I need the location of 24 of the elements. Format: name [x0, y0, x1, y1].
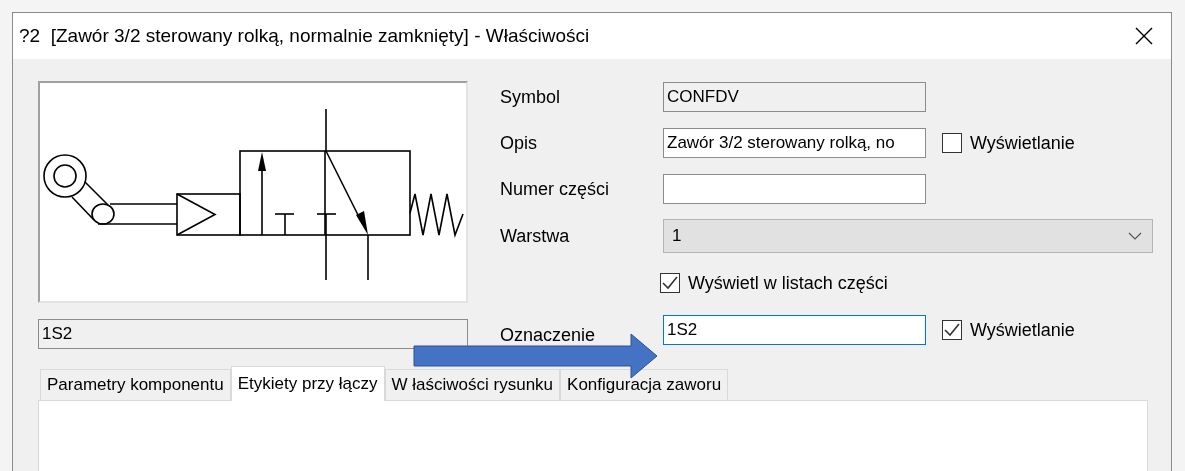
checkbox-label: Wyświetlanie	[970, 319, 1075, 341]
checkbox[interactable]	[660, 273, 680, 293]
field-label: Opis	[500, 132, 538, 154]
tab[interactable]: Parametry komponentu	[40, 369, 231, 400]
field-label: Warstwa	[500, 225, 571, 247]
text-field[interactable]: Zawór 3/2 sterowany rolką, no	[663, 128, 926, 158]
dropdown[interactable]: 1	[663, 219, 1153, 253]
tab[interactable]: W łaściwości rysunku	[384, 369, 561, 400]
checkbox[interactable]	[942, 320, 962, 340]
tab[interactable]: Konfiguracja zaworu	[560, 369, 729, 400]
close-button[interactable]	[1135, 27, 1153, 45]
checkbox-label: Wyświetl w listach części	[688, 272, 888, 294]
window-title: ?2 [Zawór 3/2 sterowany rolką, normalnie zamknięty] - Właściwości	[19, 25, 590, 47]
close-icon	[1135, 27, 1153, 45]
checkbox[interactable]	[942, 133, 962, 153]
chevron-down-icon	[1128, 232, 1142, 240]
field-label: Symbol	[500, 86, 562, 108]
field-label: Numer części	[500, 178, 611, 200]
name-field[interactable]: 1S2	[38, 319, 468, 349]
text-field[interactable]	[663, 174, 926, 204]
field-label: Oznaczenie	[500, 323, 597, 346]
text-field[interactable]: 1S2	[663, 315, 926, 345]
tab[interactable]: Etykiety przy łączy	[230, 366, 385, 401]
checkbox-label: Wyświetlanie	[970, 132, 1075, 154]
